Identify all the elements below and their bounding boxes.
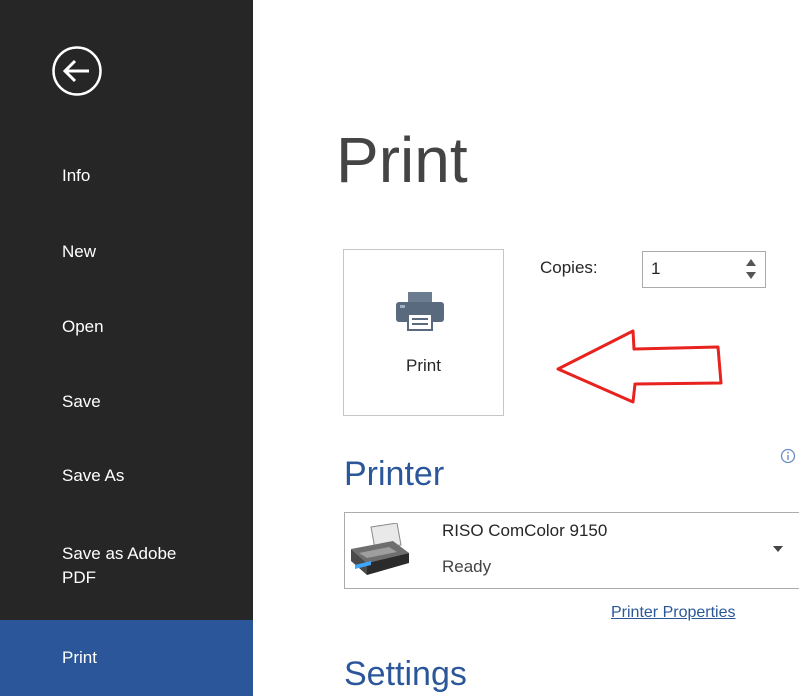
print-button[interactable]: Print bbox=[343, 249, 504, 416]
nav-item-label: Print bbox=[62, 648, 97, 667]
settings-section-title: Settings bbox=[344, 655, 467, 693]
printer-device-icon bbox=[351, 523, 409, 575]
printer-dropdown[interactable]: RISO ComColor 9150 Ready bbox=[344, 512, 799, 589]
nav-item-label: Info bbox=[62, 166, 91, 185]
copies-stepper[interactable]: 1 bbox=[642, 251, 766, 288]
back-arrow-icon bbox=[52, 46, 102, 96]
printer-section-title: Printer bbox=[344, 455, 445, 493]
printer-name: RISO ComColor 9150 bbox=[442, 521, 608, 540]
printer-icon bbox=[396, 292, 444, 331]
nav-item-save-as-adobe-pdf[interactable]: Save as Adobe PDF bbox=[0, 542, 200, 590]
copies-value: 1 bbox=[651, 259, 661, 278]
nav-item-save[interactable]: Save bbox=[0, 390, 253, 414]
nav-item-info[interactable]: Info bbox=[0, 164, 253, 188]
back-button[interactable] bbox=[51, 45, 103, 97]
nav-item-open[interactable]: Open bbox=[0, 315, 253, 339]
printer-status: Ready bbox=[442, 557, 492, 576]
nav-item-label: Save bbox=[62, 392, 101, 411]
print-button-label: Print bbox=[406, 356, 441, 375]
increment-arrow-icon[interactable] bbox=[745, 255, 757, 269]
info-icon[interactable] bbox=[780, 448, 796, 464]
page-title: Print bbox=[336, 124, 468, 196]
copies-label: Copies: bbox=[540, 258, 598, 277]
nav-item-label: New bbox=[62, 242, 97, 261]
nav-item-label: Open bbox=[62, 317, 104, 336]
nav-item-label: Save As bbox=[62, 466, 125, 485]
nav-item-save-as[interactable]: Save As bbox=[0, 464, 253, 488]
chevron-down-icon bbox=[773, 546, 783, 552]
nav-item-print[interactable]: Print bbox=[0, 620, 253, 696]
nav-item-label: Save as Adobe PDF bbox=[62, 544, 177, 587]
printer-properties-link[interactable]: Printer Properties bbox=[611, 604, 736, 622]
backstage-sidebar: Info New Open Save Save As Save as Adobe… bbox=[0, 0, 253, 696]
nav-item-new[interactable]: New bbox=[0, 240, 253, 264]
decrement-arrow-icon[interactable] bbox=[745, 269, 757, 283]
annotation-arrow bbox=[556, 329, 723, 404]
